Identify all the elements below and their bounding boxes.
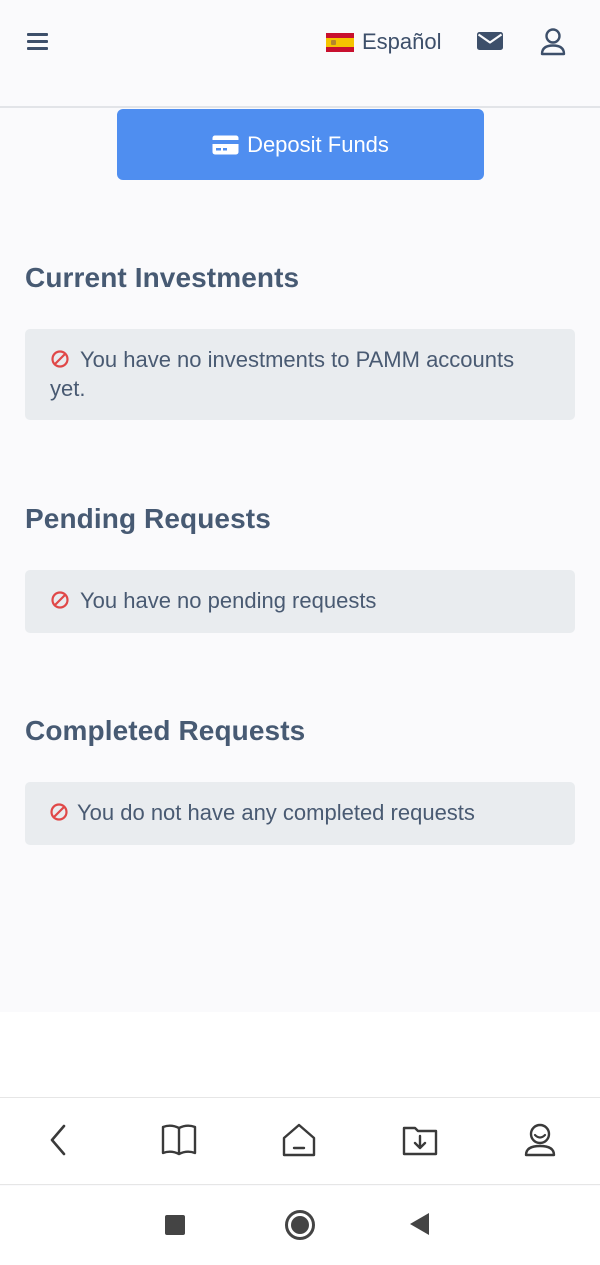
profile-icon[interactable] [520, 1120, 560, 1160]
credit-card-icon [212, 135, 239, 154]
system-nav-bar [0, 1186, 600, 1265]
ban-icon [50, 803, 68, 821]
notice-pending-requests: You have no pending requests [25, 570, 575, 633]
browser-bottom-nav [0, 1097, 600, 1185]
notice-text: You do not have any completed requests [77, 800, 475, 825]
ban-icon [51, 350, 69, 368]
section-title-current-investments: Current Investments [25, 262, 300, 293]
section-title-completed-requests: Completed Requests [25, 715, 306, 746]
home-circle-icon[interactable] [285, 1210, 315, 1240]
deposit-funds-label: Deposit Funds [247, 131, 389, 157]
home-icon[interactable] [279, 1120, 319, 1160]
top-header: Español [0, 0, 600, 108]
language-label: Español [362, 29, 442, 54]
user-icon[interactable] [539, 27, 567, 57]
blank-area [0, 1012, 600, 1097]
envelope-icon[interactable] [476, 29, 504, 53]
back-icon[interactable] [39, 1120, 79, 1160]
page: Español Deposit Funds Current Investment… [0, 0, 600, 1265]
section-title-pending-requests: Pending Requests [25, 503, 271, 534]
deposit-funds-button[interactable]: Deposit Funds [117, 109, 484, 180]
notice-completed-requests: You do not have any completed requests [25, 782, 575, 845]
book-icon[interactable] [159, 1120, 199, 1160]
back-triangle-icon[interactable] [410, 1213, 429, 1235]
ban-icon [51, 591, 69, 609]
spain-flag-icon [326, 32, 354, 52]
download-icon[interactable] [400, 1120, 440, 1160]
language-selector[interactable]: Español [326, 27, 442, 57]
notice-text: You have no investments to PAMM accounts… [50, 347, 515, 401]
hamburger-menu-icon[interactable] [26, 31, 50, 53]
notice-text: You have no pending requests [80, 588, 377, 613]
notice-current-investments: You have no investments to PAMM accounts… [25, 329, 575, 420]
recents-square-icon[interactable] [165, 1215, 185, 1235]
